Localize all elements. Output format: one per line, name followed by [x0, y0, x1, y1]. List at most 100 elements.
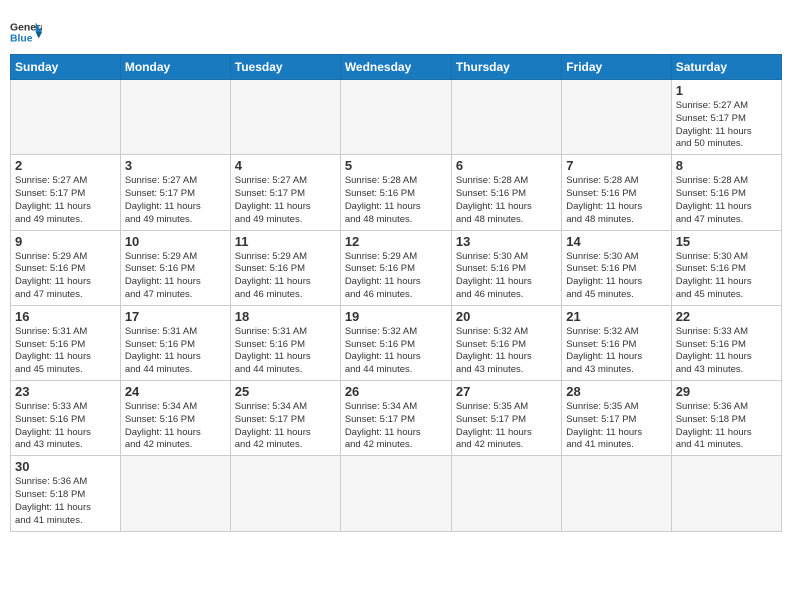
calendar-cell: 21 Sunrise: 5:32 AM Sunset: 5:16 PM Dayli…: [562, 305, 671, 380]
calendar-cell: [671, 456, 781, 531]
day-number: 5: [345, 158, 447, 173]
day-info: Sunrise: 5:31 AM Sunset: 5:16 PM Dayligh…: [235, 326, 336, 377]
calendar-cell: 6 Sunrise: 5:28 AM Sunset: 5:16 PM Daylig…: [451, 155, 561, 230]
day-info: Sunrise: 5:32 AM Sunset: 5:16 PM Dayligh…: [566, 326, 666, 377]
calendar-cell: 26 Sunrise: 5:34 AM Sunset: 5:17 PM Dayli…: [340, 381, 451, 456]
calendar-cell: [230, 456, 340, 531]
calendar-cell: 13 Sunrise: 5:30 AM Sunset: 5:16 PM Dayli…: [451, 230, 561, 305]
calendar-cell: 22 Sunrise: 5:33 AM Sunset: 5:16 PM Dayli…: [671, 305, 781, 380]
day-info: Sunrise: 5:34 AM Sunset: 5:16 PM Dayligh…: [125, 401, 226, 452]
calendar-cell: 19 Sunrise: 5:32 AM Sunset: 5:16 PM Dayli…: [340, 305, 451, 380]
day-number: 25: [235, 384, 336, 399]
calendar-cell: 4 Sunrise: 5:27 AM Sunset: 5:17 PM Daylig…: [230, 155, 340, 230]
day-info: Sunrise: 5:28 AM Sunset: 5:16 PM Dayligh…: [676, 175, 777, 226]
day-info: Sunrise: 5:30 AM Sunset: 5:16 PM Dayligh…: [456, 251, 557, 302]
day-info: Sunrise: 5:28 AM Sunset: 5:16 PM Dayligh…: [456, 175, 557, 226]
calendar-table: SundayMondayTuesdayWednesdayThursdayFrid…: [10, 54, 782, 532]
calendar-cell: 20Sunrise: 5:32 AM Sunset: 5:16 PM Dayli…: [451, 305, 561, 380]
day-info: Sunrise: 5:30 AM Sunset: 5:16 PM Dayligh…: [566, 251, 666, 302]
day-number: 9: [15, 234, 116, 249]
day-info: Sunrise: 5:32 AM Sunset: 5:16 PM Dayligh…: [345, 326, 447, 377]
day-info: Sunrise: 5:34 AM Sunset: 5:17 PM Dayligh…: [235, 401, 336, 452]
day-number: 26: [345, 384, 447, 399]
day-info: Sunrise: 5:29 AM Sunset: 5:16 PM Dayligh…: [345, 251, 447, 302]
day-info: Sunrise: 5:33 AM Sunset: 5:16 PM Dayligh…: [676, 326, 777, 377]
day-info: Sunrise: 5:27 AM Sunset: 5:17 PM Dayligh…: [235, 175, 336, 226]
calendar-cell: 24 Sunrise: 5:34 AM Sunset: 5:16 PM Dayli…: [120, 381, 230, 456]
day-number: 2: [15, 158, 116, 173]
calendar-body: 1 Sunrise: 5:27 AM Sunset: 5:17 PM Daylig…: [11, 80, 782, 532]
day-number: 19: [345, 309, 447, 324]
calendar-cell: 10 Sunrise: 5:29 AM Sunset: 5:16 PM Dayli…: [120, 230, 230, 305]
calendar-cell: [451, 80, 561, 155]
day-of-week-header: Friday: [562, 55, 671, 80]
calendar-cell: [230, 80, 340, 155]
calendar-cell: 1Sunrise: 5:27 AM Sunset: 5:17 PM Daylig…: [671, 80, 781, 155]
day-number: 29: [676, 384, 777, 399]
day-info: Sunrise: 5:31 AM Sunset: 5:16 PM Dayligh…: [15, 326, 116, 377]
day-of-week-header: Saturday: [671, 55, 781, 80]
day-number: 7: [566, 158, 666, 173]
calendar-cell: 3Sunrise: 5:27 AM Sunset: 5:17 PM Daylig…: [120, 155, 230, 230]
calendar-week-row: 2 Sunrise: 5:27 AM Sunset: 5:17 PM Daylig…: [11, 155, 782, 230]
day-number: 24: [125, 384, 226, 399]
day-info: Sunrise: 5:35 AM Sunset: 5:17 PM Dayligh…: [456, 401, 557, 452]
calendar-cell: 23 Sunrise: 5:33 AM Sunset: 5:16 PM Dayli…: [11, 381, 121, 456]
day-info: Sunrise: 5:36 AM Sunset: 5:18 PM Dayligh…: [676, 401, 777, 452]
day-of-week-header: Wednesday: [340, 55, 451, 80]
day-of-week-header: Thursday: [451, 55, 561, 80]
day-number: 23: [15, 384, 116, 399]
day-number: 18: [235, 309, 336, 324]
days-of-week-row: SundayMondayTuesdayWednesdayThursdayFrid…: [11, 55, 782, 80]
calendar-cell: 5Sunrise: 5:28 AM Sunset: 5:16 PM Daylig…: [340, 155, 451, 230]
calendar-cell: 17 Sunrise: 5:31 AM Sunset: 5:16 PM Dayli…: [120, 305, 230, 380]
day-info: Sunrise: 5:29 AM Sunset: 5:16 PM Dayligh…: [125, 251, 226, 302]
calendar-cell: 14Sunrise: 5:30 AM Sunset: 5:16 PM Dayli…: [562, 230, 671, 305]
calendar-cell: 18 Sunrise: 5:31 AM Sunset: 5:16 PM Dayli…: [230, 305, 340, 380]
day-number: 13: [456, 234, 557, 249]
calendar-cell: 25 Sunrise: 5:34 AM Sunset: 5:17 PM Dayli…: [230, 381, 340, 456]
logo-icon: General Blue: [10, 16, 42, 48]
calendar-cell: 28Sunrise: 5:35 AM Sunset: 5:17 PM Dayli…: [562, 381, 671, 456]
day-info: Sunrise: 5:28 AM Sunset: 5:16 PM Dayligh…: [566, 175, 666, 226]
calendar-cell: [340, 456, 451, 531]
calendar-cell: [120, 456, 230, 531]
calendar-week-row: 16 Sunrise: 5:31 AM Sunset: 5:16 PM Dayli…: [11, 305, 782, 380]
day-number: 11: [235, 234, 336, 249]
calendar-cell: 16 Sunrise: 5:31 AM Sunset: 5:16 PM Dayli…: [11, 305, 121, 380]
calendar-cell: [451, 456, 561, 531]
day-number: 17: [125, 309, 226, 324]
calendar-cell: 27 Sunrise: 5:35 AM Sunset: 5:17 PM Dayli…: [451, 381, 561, 456]
day-number: 4: [235, 158, 336, 173]
day-number: 20: [456, 309, 557, 324]
svg-text:Blue: Blue: [10, 34, 33, 45]
calendar-week-row: 30Sunrise: 5:36 AM Sunset: 5:18 PM Dayli…: [11, 456, 782, 531]
day-number: 1: [676, 83, 777, 98]
logo: General Blue: [10, 16, 42, 48]
day-info: Sunrise: 5:31 AM Sunset: 5:16 PM Dayligh…: [125, 326, 226, 377]
calendar-cell: 12Sunrise: 5:29 AM Sunset: 5:16 PM Dayli…: [340, 230, 451, 305]
day-number: 10: [125, 234, 226, 249]
calendar-cell: 9 Sunrise: 5:29 AM Sunset: 5:16 PM Daylig…: [11, 230, 121, 305]
day-number: 8: [676, 158, 777, 173]
calendar-cell: 2Sunrise: 5:27 AM Sunset: 5:17 PM Daylig…: [11, 155, 121, 230]
calendar-cell: [340, 80, 451, 155]
day-info: Sunrise: 5:29 AM Sunset: 5:16 PM Dayligh…: [15, 251, 116, 302]
day-info: Sunrise: 5:30 AM Sunset: 5:16 PM Dayligh…: [676, 251, 777, 302]
day-number: 6: [456, 158, 557, 173]
calendar-cell: [562, 80, 671, 155]
calendar-cell: 30Sunrise: 5:36 AM Sunset: 5:18 PM Dayli…: [11, 456, 121, 531]
calendar-cell: 11 Sunrise: 5:29 AM Sunset: 5:16 PM Dayli…: [230, 230, 340, 305]
day-number: 27: [456, 384, 557, 399]
calendar-cell: 15Sunrise: 5:30 AM Sunset: 5:16 PM Dayli…: [671, 230, 781, 305]
day-number: 16: [15, 309, 116, 324]
day-info: Sunrise: 5:34 AM Sunset: 5:17 PM Dayligh…: [345, 401, 447, 452]
day-number: 21: [566, 309, 666, 324]
day-number: 22: [676, 309, 777, 324]
page-header: General Blue: [10, 10, 782, 48]
day-info: Sunrise: 5:36 AM Sunset: 5:18 PM Dayligh…: [15, 476, 116, 527]
day-info: Sunrise: 5:29 AM Sunset: 5:16 PM Dayligh…: [235, 251, 336, 302]
calendar-week-row: 1Sunrise: 5:27 AM Sunset: 5:17 PM Daylig…: [11, 80, 782, 155]
day-info: Sunrise: 5:27 AM Sunset: 5:17 PM Dayligh…: [125, 175, 226, 226]
day-info: Sunrise: 5:33 AM Sunset: 5:16 PM Dayligh…: [15, 401, 116, 452]
